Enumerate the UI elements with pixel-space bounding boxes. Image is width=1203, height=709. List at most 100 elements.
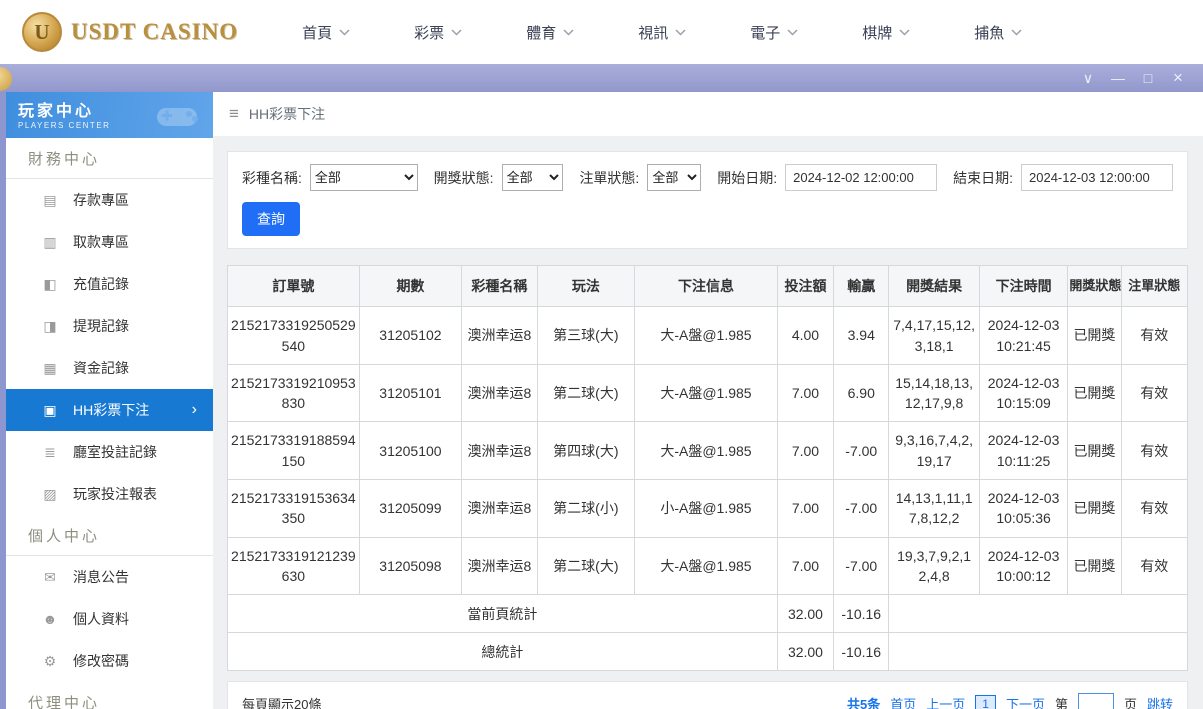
sidebar-item-label: 廳室投註記錄 (73, 444, 157, 460)
content-area: 彩種名稱: 全部 開獎狀態: 全部 注單狀態: 全部 開始日期: 結束日期: (213, 136, 1203, 709)
sidebar-item-fund-records[interactable]: ▦ 資金記錄 (6, 347, 213, 389)
next-page-link[interactable]: 下一页 (1006, 694, 1045, 709)
cell-play: 第三球(大) (536, 306, 636, 365)
maximize-icon[interactable]: □ (1133, 64, 1163, 92)
sidebar-item-announcements[interactable]: ✉ 消息公告 (6, 556, 213, 598)
sidebar-item-player-bet-report[interactable]: ▨ 玩家投注報表 (6, 473, 213, 515)
cell-order: 2152173319250529540 (227, 306, 360, 365)
cell-draw-status: 已開獎 (1067, 479, 1122, 538)
sidebar-item-withdrawal-records[interactable]: ◨ 提現記錄 (6, 305, 213, 347)
sidebar-item-withdraw[interactable]: ▥ 取款專區 (6, 221, 213, 263)
cell-time: 2024-12-03 10:15:09 (978, 363, 1069, 423)
pagination-bar: 每頁顯示20條 共5条 首页 上一页 1 下一页 第 页 跳转 (227, 681, 1188, 709)
table-header-row: 訂單號 期數 彩種名稱 玩法 下注信息 投注額 輸贏 開獎結果 下注時間 開獎狀… (227, 264, 1189, 308)
cell-result: 19,3,7,9,2,12,4,8 (888, 536, 980, 596)
cell-draw-status: 已開獎 (1067, 421, 1122, 481)
summary-amount: 32.00 (776, 594, 835, 634)
nav-label: 棋牌 (862, 24, 893, 42)
sidebar-item-hh-lottery-bets[interactable]: ▣ HH彩票下注 › (6, 389, 213, 431)
nav-label: 彩票 (414, 24, 445, 42)
players-center-header: 玩家中心 PLAYERS CENTER (6, 92, 213, 138)
cell-amount: 7.00 (776, 536, 835, 596)
first-page-link[interactable]: 首页 (890, 694, 916, 709)
logo-text: USDT CASINO (71, 19, 239, 44)
cell-bet-status: 有效 (1120, 536, 1189, 596)
close-icon[interactable]: × (1163, 64, 1193, 92)
bets-table: 訂單號 期數 彩種名稱 玩法 下注信息 投注額 輸贏 開獎結果 下注時間 開獎狀… (227, 264, 1189, 672)
nav-item-sports[interactable]: 體育 (526, 22, 574, 43)
cell-bet-status: 有效 (1120, 363, 1189, 423)
per-page-label: 每頁顯示20條 (242, 697, 322, 709)
nav-item-lottery[interactable]: 彩票 (414, 22, 462, 43)
cell-period: 31205101 (358, 363, 463, 423)
breadcrumb: ≡ HH彩票下注 (213, 92, 1203, 136)
summary-empty (888, 594, 1188, 634)
col-header-order: 訂單號 (227, 264, 360, 308)
col-header-result: 開獎結果 (888, 264, 980, 308)
nav-item-video[interactable]: 視訊 (638, 22, 686, 43)
page-prefix-label: 第 (1054, 697, 1068, 709)
cell-win: -7.00 (833, 421, 890, 481)
chevron-down-icon (787, 28, 798, 36)
cell-bet-info: 大-A盤@1.985 (634, 363, 778, 423)
cell-period: 31205098 (358, 536, 463, 596)
summary-win: -10.16 (833, 632, 890, 672)
cell-amount: 7.00 (776, 363, 835, 423)
cell-draw-status: 已開獎 (1067, 536, 1122, 596)
gear-icon: ⚙ (43, 652, 57, 669)
jump-button[interactable]: 跳转 (1147, 694, 1173, 709)
cell-time: 2024-12-03 10:00:12 (978, 536, 1069, 596)
sidebar-item-room-bet-records[interactable]: ≣ 廳室投註記錄 (6, 431, 213, 473)
cell-draw-status: 已開獎 (1067, 363, 1122, 423)
lottery-name-select[interactable]: 全部 (309, 164, 418, 191)
col-header-lottery: 彩種名稱 (461, 264, 538, 308)
sidebar-item-profile[interactable]: ☻ 個人資料 (6, 598, 213, 640)
sidebar-item-label: 資金記錄 (73, 360, 129, 376)
window-dropdown-icon[interactable]: ∨ (1073, 64, 1103, 92)
sidebar-item-deposit[interactable]: ▤ 存款專區 (6, 179, 213, 221)
cell-play: 第二球(大) (536, 536, 636, 596)
hamburger-icon[interactable]: ≡ (229, 104, 239, 124)
minimize-icon[interactable]: — (1103, 64, 1133, 92)
cell-bet-info: 大-A盤@1.985 (634, 306, 778, 365)
cell-lottery: 澳洲幸运8 (461, 479, 538, 538)
cell-order: 2152173319153634350 (227, 479, 360, 538)
start-date-input[interactable] (785, 164, 938, 191)
prev-page-link[interactable]: 上一页 (926, 694, 965, 709)
cell-win: -7.00 (833, 479, 890, 538)
chevron-down-icon (563, 28, 574, 36)
nav-item-home[interactable]: 首頁 (302, 22, 350, 43)
cell-win: 3.94 (833, 306, 890, 365)
nav-label: 體育 (526, 24, 557, 42)
sidebar-item-label: 提現記錄 (73, 318, 129, 334)
sidebar-item-recharge-records[interactable]: ◧ 充值記錄 (6, 263, 213, 305)
end-date-input[interactable] (1021, 164, 1173, 191)
sidebar-item-label: 消息公告 (73, 569, 129, 585)
col-header-time: 下注時間 (978, 264, 1069, 308)
nav-label: 捕魚 (974, 24, 1005, 42)
draw-status-label: 開獎狀態: (433, 169, 494, 186)
draw-status-select[interactable]: 全部 (501, 164, 564, 191)
logo[interactable]: U USDT CASINO (22, 12, 238, 52)
nav-item-boardgames[interactable]: 棋牌 (862, 22, 910, 43)
start-date-label: 開始日期: (717, 169, 778, 186)
cell-bet-status: 有效 (1120, 479, 1189, 538)
nav-item-electronic[interactable]: 電子 (750, 22, 798, 43)
sidebar-item-label: HH彩票下注 (73, 402, 150, 418)
cell-result: 14,13,1,11,17,8,12,2 (888, 479, 980, 538)
current-page-indicator[interactable]: 1 (975, 694, 996, 709)
bet-status-select[interactable]: 全部 (647, 164, 702, 191)
page-jump-input[interactable] (1077, 693, 1114, 709)
cell-play: 第二球(小) (536, 479, 636, 538)
current-page-summary-row: 當前頁統計 32.00 -10.16 (227, 594, 1188, 634)
sidebar-item-change-password[interactable]: ⚙ 修改密碼 (6, 640, 213, 682)
chevron-down-icon (339, 28, 350, 36)
col-header-bet-status: 注單狀態 (1120, 264, 1189, 308)
cell-time: 2024-12-03 10:11:25 (978, 421, 1069, 481)
table-row: 2152173319121239630 31205098 澳洲幸运8 第二球(大… (227, 536, 1189, 596)
cell-period: 31205099 (358, 479, 463, 538)
query-button[interactable]: 查詢 (242, 202, 300, 236)
nav-item-fishing[interactable]: 捕魚 (974, 22, 1022, 43)
cell-amount: 7.00 (776, 421, 835, 481)
sidebar-item-label: 修改密碼 (73, 653, 129, 669)
